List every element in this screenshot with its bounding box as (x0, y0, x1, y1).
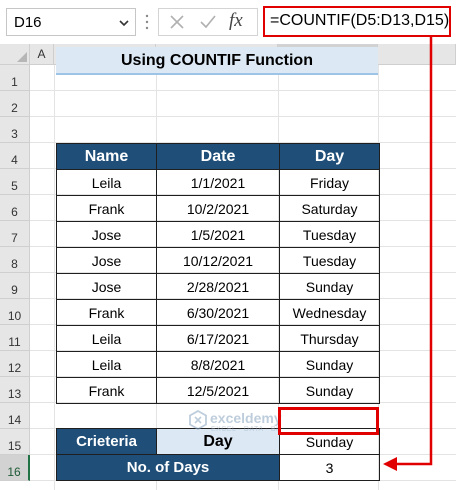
sheet-title: Using COUNTIF Function (56, 47, 378, 75)
cell-name[interactable]: Frank (56, 299, 157, 326)
row-header-16[interactable]: 16 (0, 455, 30, 481)
row-header-2[interactable]: 2 (0, 91, 30, 117)
row-header-8[interactable]: 8 (0, 247, 30, 273)
cell-date[interactable]: 6/30/2021 (156, 299, 280, 326)
cell-name[interactable]: Jose (56, 273, 157, 300)
cell-date[interactable]: 6/17/2021 (156, 325, 280, 352)
table-row: Jose 10/12/2021 Tuesday (56, 247, 380, 274)
row-header-11[interactable]: 11 (0, 325, 30, 351)
cell-day[interactable]: Tuesday (279, 221, 380, 248)
grid-line-horizontal (30, 90, 456, 91)
grid-line-vertical (54, 65, 55, 490)
row-header-12[interactable]: 12 (0, 351, 30, 377)
grid-line-horizontal (30, 116, 456, 117)
cell-day[interactable]: Saturday (279, 195, 380, 222)
cell-day[interactable]: Sunday (279, 273, 380, 300)
cancel-icon[interactable] (169, 14, 185, 30)
cell-date[interactable]: 10/2/2021 (156, 195, 280, 222)
select-all-button[interactable] (0, 44, 30, 65)
formula-bar: D16 fx =COUNTIF(D5:D13,D15) (0, 0, 456, 44)
table-row: Frank 6/30/2021 Wednesday (56, 299, 380, 326)
cell-day[interactable]: Sunday (279, 377, 380, 404)
column-heading-name: Name (56, 143, 157, 170)
table-row: Frank 10/2/2021 Saturday (56, 195, 380, 222)
cell-day[interactable]: Thursday (279, 325, 380, 352)
row-header-9[interactable]: 9 (0, 273, 30, 299)
criteria-table: Crieteria Day Sunday No. of Days 3 (56, 428, 380, 481)
cell-date[interactable]: 2/28/2021 (156, 273, 280, 300)
cell-name[interactable]: Leila (56, 351, 157, 378)
row-header-1[interactable]: 1 (0, 65, 30, 91)
row-header-7[interactable]: 7 (0, 221, 30, 247)
data-table: Name Date Day Leila 1/1/2021 Friday Frank 10/2/… (56, 143, 380, 404)
row-header-15[interactable]: 15 (0, 429, 30, 455)
selected-cell-highlight (278, 407, 379, 435)
row-header-3[interactable]: 3 (0, 117, 30, 143)
result-label: No. of Days (56, 454, 280, 481)
row-header-13[interactable]: 13 (0, 377, 30, 403)
name-box[interactable]: D16 (6, 8, 136, 36)
cell-date[interactable]: 10/12/2021 (156, 247, 280, 274)
formula-input[interactable]: =COUNTIF(D5:D13,D15) (263, 6, 451, 37)
table-row: Jose 1/5/2021 Tuesday (56, 221, 380, 248)
cell-date[interactable]: 8/8/2021 (156, 351, 280, 378)
cell-name[interactable]: Jose (56, 221, 157, 248)
column-heading-day: Day (279, 143, 380, 170)
row-header-6[interactable]: 6 (0, 195, 30, 221)
cell-day[interactable]: Friday (279, 169, 380, 196)
table-row: Leila 6/17/2021 Thursday (56, 325, 380, 352)
table-row: Jose 2/28/2021 Sunday (56, 273, 380, 300)
column-heading-date: Date (156, 143, 280, 170)
cell-name[interactable]: Jose (56, 247, 157, 274)
table-row: Frank 12/5/2021 Sunday (56, 377, 380, 404)
name-box-value: D16 (14, 14, 42, 31)
criteria-label: Crieteria (56, 428, 157, 455)
criteria-field: Day (156, 428, 280, 455)
formula-text: =COUNTIF(D5:D13,D15) (270, 12, 450, 29)
cell-date[interactable]: 1/1/2021 (156, 169, 280, 196)
column-header-a[interactable]: A (30, 44, 54, 65)
table-header-row: Name Date Day (56, 143, 380, 170)
result-cell[interactable]: 3 (279, 454, 380, 481)
column-header-empty[interactable] (378, 44, 456, 65)
check-icon[interactable] (199, 14, 217, 30)
row-header-10[interactable]: 10 (0, 299, 30, 325)
cell-date[interactable]: 12/5/2021 (156, 377, 280, 404)
resize-handle-icon[interactable] (144, 12, 150, 32)
cell-name[interactable]: Leila (56, 169, 157, 196)
cell-name[interactable]: Frank (56, 377, 157, 404)
table-row: Leila 8/8/2021 Sunday (56, 351, 380, 378)
select-all-icon (17, 52, 27, 62)
row-header-5[interactable]: 5 (0, 169, 30, 195)
formula-buttons: fx (158, 8, 258, 36)
cell-day[interactable]: Wednesday (279, 299, 380, 326)
cell-date[interactable]: 1/5/2021 (156, 221, 280, 248)
cell-day[interactable]: Tuesday (279, 247, 380, 274)
chevron-down-icon[interactable] (119, 18, 129, 28)
insert-function-icon[interactable]: fx (229, 10, 243, 32)
cell-day[interactable]: Sunday (279, 351, 380, 378)
cell-name[interactable]: Frank (56, 195, 157, 222)
cell-name[interactable]: Leila (56, 325, 157, 352)
table-row: Leila 1/1/2021 Friday (56, 169, 380, 196)
row-header-14[interactable]: 14 (0, 403, 30, 429)
row-header-4[interactable]: 4 (0, 143, 30, 169)
